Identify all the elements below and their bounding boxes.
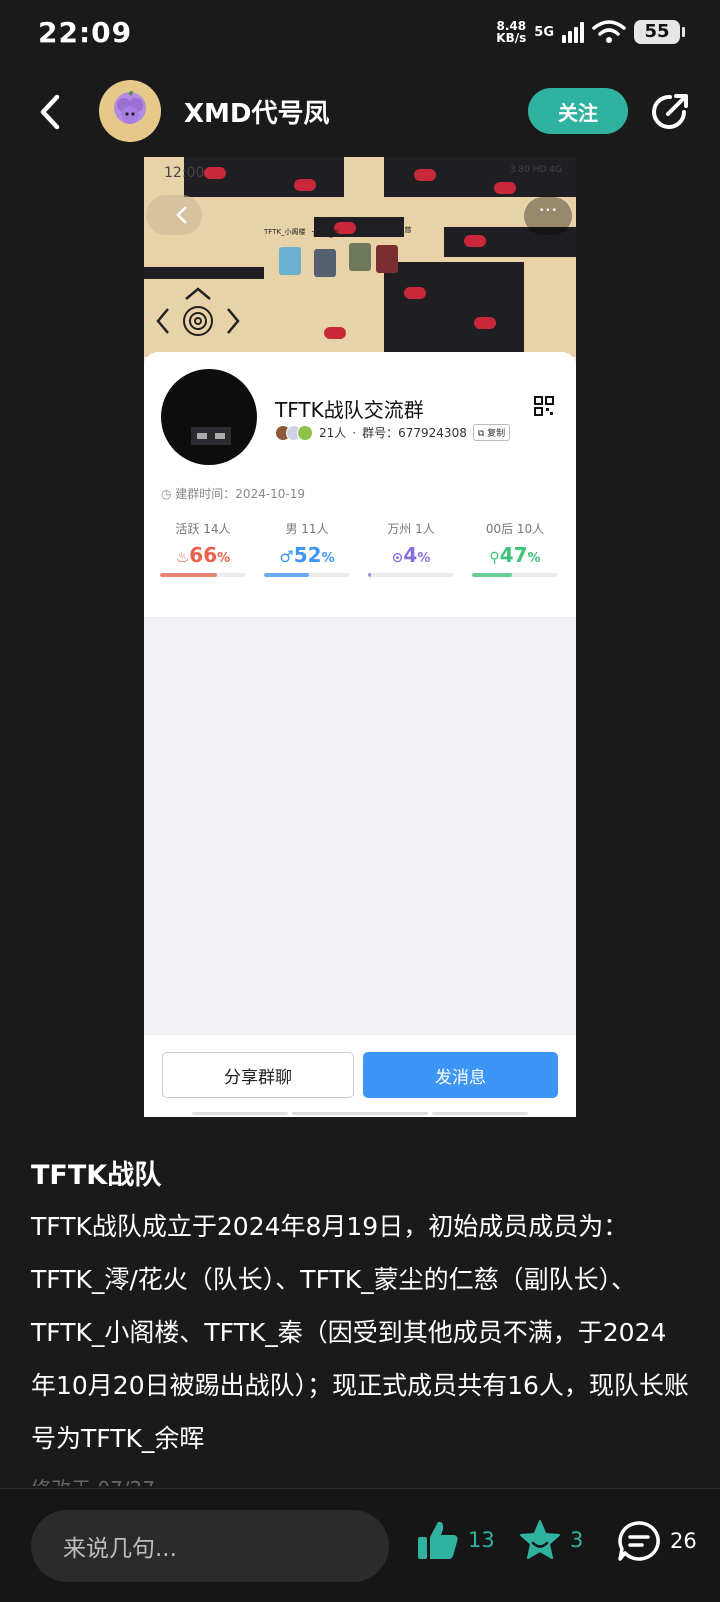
comment-button[interactable]: 26 bbox=[616, 1519, 697, 1563]
stat-fill bbox=[264, 573, 309, 577]
thumbs-up-icon bbox=[418, 1521, 458, 1559]
home-indicator bbox=[192, 1112, 288, 1115]
share-group-button: 分享群聊 bbox=[162, 1052, 354, 1098]
qr-code-icon bbox=[534, 396, 554, 416]
member-avatars bbox=[275, 424, 313, 441]
inner-back-button bbox=[146, 195, 202, 235]
stat-bar bbox=[368, 573, 454, 577]
flame-icon: ♨ bbox=[175, 548, 190, 566]
follow-button[interactable]: 关注 bbox=[528, 88, 628, 134]
stat-label: 00后 10人 bbox=[485, 522, 545, 536]
copy-label: 复制 bbox=[487, 429, 506, 439]
dot-separator: · bbox=[352, 425, 357, 440]
stat-location: 万州 1人 ⊙4% bbox=[368, 520, 454, 577]
stat-value: ♨66% bbox=[175, 543, 231, 567]
location-icon: ⊙ bbox=[391, 550, 404, 566]
like-count: 13 bbox=[468, 1528, 495, 1552]
signal-icon bbox=[562, 21, 584, 43]
tank-sprite bbox=[376, 245, 398, 273]
stat-label: 万州 1人 bbox=[387, 522, 435, 536]
stat-bar bbox=[472, 573, 558, 577]
star-icon bbox=[520, 1520, 560, 1559]
username[interactable]: XMD代号凤 bbox=[184, 93, 330, 130]
battery-icon: 55 bbox=[634, 20, 685, 44]
person-icon: ⚲ bbox=[489, 550, 500, 566]
inner-status-icons: 3.80 HD 4G bbox=[509, 165, 562, 175]
stat-value: ⚲47% bbox=[489, 543, 541, 567]
network-speed: 8.48 KB/s bbox=[496, 20, 526, 44]
favorite-count: 3 bbox=[570, 1528, 584, 1552]
wifi-icon bbox=[592, 20, 626, 43]
post-title: TFTK战队 bbox=[31, 1160, 162, 1191]
send-message-button: 发消息 bbox=[363, 1052, 558, 1098]
player-tag: TFTK_秦 bbox=[312, 230, 340, 238]
member-row: 21人 · 群号： 677924308 ⧉ 复制 bbox=[275, 424, 511, 441]
game-screenshot: 12:00 3.80 HD 4G ··· TFTK_小阁楼 TFTK_秦 TFT… bbox=[144, 157, 576, 357]
modified-date: 修改于 07/27 bbox=[31, 1473, 155, 1486]
back-button[interactable] bbox=[30, 88, 70, 136]
stat-bar bbox=[264, 573, 350, 577]
copy-button: ⧉ 复制 bbox=[472, 424, 511, 441]
stat-fill bbox=[160, 573, 217, 577]
comment-count: 26 bbox=[670, 1529, 697, 1553]
inner-more-icon: ··· bbox=[524, 197, 572, 235]
status-icons: 8.48 KB/s 5G 55 bbox=[496, 20, 685, 44]
created-date: ◷ 建群时间：2024-10-19 bbox=[161, 487, 306, 501]
chevron-left-icon bbox=[40, 94, 60, 130]
home-indicator bbox=[292, 1112, 428, 1115]
created-text: 建群时间：2024-10-19 bbox=[175, 487, 306, 501]
inner-status-time: 12:00 bbox=[164, 165, 205, 181]
group-number: 677924308 bbox=[398, 425, 467, 440]
like-button[interactable]: 13 bbox=[416, 1519, 495, 1561]
comment-input[interactable]: 来说几句... bbox=[31, 1510, 389, 1582]
home-indicator bbox=[432, 1112, 528, 1115]
inner-bottom-bar: 分享群聊 发消息 bbox=[144, 1035, 576, 1117]
stat-label: 活跃 14人 bbox=[175, 522, 231, 536]
stat-label: 男 11人 bbox=[285, 522, 329, 536]
stat-bar bbox=[160, 573, 246, 577]
avatar[interactable] bbox=[99, 80, 161, 142]
share-icon[interactable] bbox=[648, 90, 692, 134]
tank-sprite bbox=[279, 247, 301, 275]
stat-value: ♂52% bbox=[279, 543, 335, 567]
favorite-button[interactable]: 3 bbox=[518, 1519, 583, 1561]
male-icon: ♂ bbox=[279, 547, 294, 566]
stat-age: 00后 10人 ⚲47% bbox=[472, 520, 558, 577]
stat-active: 活跃 14人 ♨66% bbox=[160, 520, 246, 577]
status-time: 22:09 bbox=[38, 16, 133, 49]
stat-fill bbox=[368, 573, 372, 577]
speed-unit: KB/s bbox=[496, 31, 527, 45]
member-count: 21人 bbox=[319, 426, 347, 440]
stat-value: ⊙4% bbox=[391, 543, 431, 567]
player-tag: TFTK_小阁楼 bbox=[264, 228, 306, 236]
tank-sprite bbox=[349, 243, 371, 271]
group-number-label: 群号： bbox=[362, 426, 399, 440]
post-body: TFTK战队成立于2024年8月19日，初始成员成员为：TFTK_澪/花火（队长… bbox=[31, 1212, 689, 1453]
stat-fill bbox=[472, 573, 513, 577]
comment-icon bbox=[618, 1521, 660, 1561]
action-bar: 来说几句... 13 3 26 bbox=[0, 1488, 720, 1602]
group-card: TFTK战队交流群 21人 · 群号： 677924308 ⧉ 复制 ◷ 建群时间… bbox=[144, 352, 576, 617]
tank-sprite bbox=[314, 249, 336, 277]
post-image[interactable]: 12:00 3.80 HD 4G ··· TFTK_小阁楼 TFTK_秦 TFT… bbox=[144, 157, 576, 1117]
group-avatar bbox=[161, 369, 257, 465]
dpad-fingerprint-icon bbox=[156, 287, 240, 336]
stat-male: 男 11人 ♂52% bbox=[264, 520, 350, 577]
player-tag: TFTK_蒙尘的仁慈 bbox=[356, 226, 412, 234]
network-type: 5G bbox=[534, 24, 554, 40]
group-name: TFTK战队交流群 bbox=[275, 398, 424, 422]
grape-character-icon bbox=[117, 91, 143, 124]
